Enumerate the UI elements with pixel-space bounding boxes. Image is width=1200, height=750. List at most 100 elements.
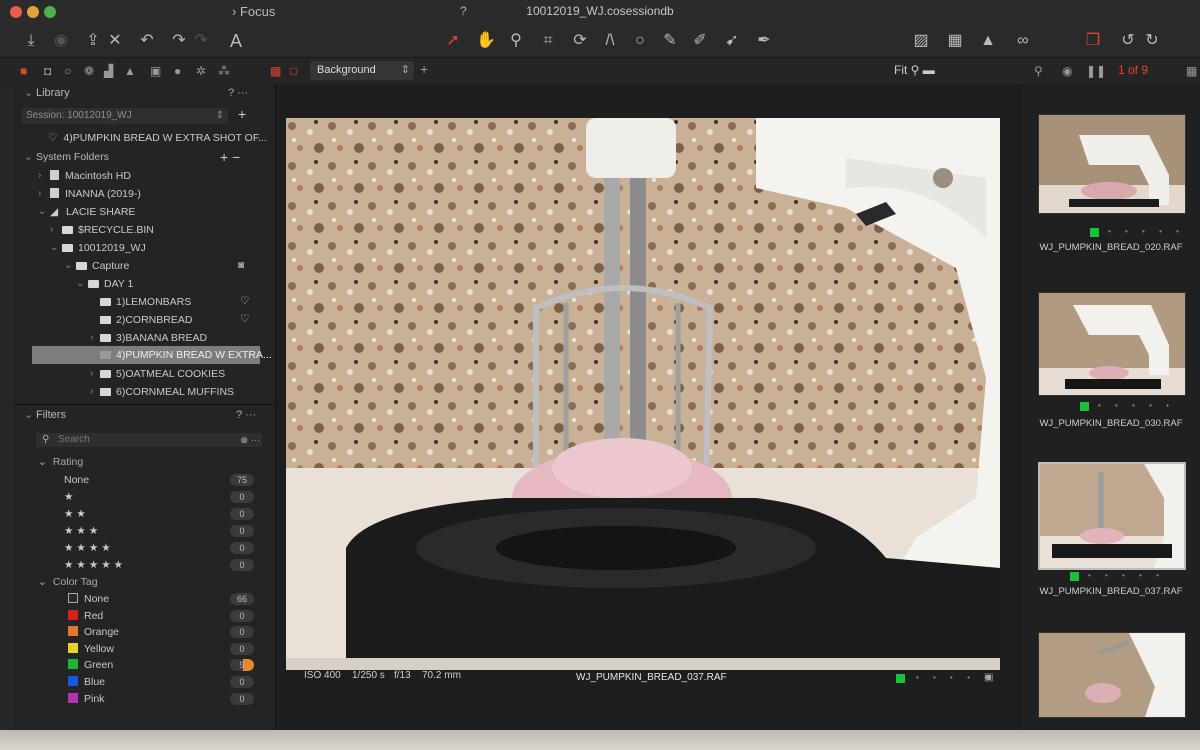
rating-filter-row[interactable]: ★★★ bbox=[64, 523, 101, 539]
library-header[interactable]: ⌄ Library ? ··· bbox=[14, 84, 276, 102]
search-options-icon[interactable]: ··· bbox=[251, 433, 260, 447]
chevron-right-icon[interactable]: › bbox=[38, 188, 41, 199]
add-session-icon[interactable]: + bbox=[238, 106, 246, 122]
color-tag-filter-row[interactable]: Green bbox=[68, 657, 113, 673]
rating-filter-row[interactable]: ★ bbox=[64, 489, 76, 505]
grid-icon[interactable]: ▦ bbox=[944, 30, 966, 52]
adjustments-tab-icon[interactable]: ▣ bbox=[150, 63, 161, 79]
filter-search-input[interactable]: ⚲ Search ⊗ ··· bbox=[36, 433, 262, 447]
exposure-tab-icon[interactable]: ▟ bbox=[104, 63, 113, 79]
main-photo[interactable] bbox=[286, 118, 1000, 670]
tree-item-macintosh[interactable]: Macintosh HD bbox=[50, 168, 131, 184]
chevron-right-icon[interactable]: › bbox=[38, 170, 41, 181]
color-tag-filter-row[interactable]: Orange bbox=[68, 624, 119, 640]
color-tag-filter-row[interactable]: Blue bbox=[68, 674, 105, 690]
rating-filter-row[interactable]: ★★★★ bbox=[64, 540, 114, 556]
tree-item-lemonbars[interactable]: 1)LEMONBARS bbox=[100, 294, 191, 310]
details-tab-icon[interactable]: ▲ bbox=[124, 63, 136, 79]
green-tag[interactable] bbox=[1090, 228, 1099, 237]
pan-hand-icon[interactable]: ✋ bbox=[476, 30, 496, 52]
chevron-down-icon[interactable]: ⌄ bbox=[76, 278, 84, 289]
color-tag-filter-row[interactable]: Red bbox=[68, 608, 103, 624]
add-remove-folder-icon[interactable]: + − bbox=[220, 148, 240, 166]
tree-item-cornmeal[interactable]: 6)CORNMEAL MUFFINS bbox=[100, 384, 234, 400]
thumbnail-030[interactable] bbox=[1038, 292, 1186, 396]
rotate-right-icon[interactable]: ↻ bbox=[1142, 30, 1162, 52]
layer-select[interactable]: Background ⇕ bbox=[310, 61, 414, 80]
redo-icon[interactable]: ↷ bbox=[170, 30, 188, 52]
tree-item-day1[interactable]: DAY 1 bbox=[88, 276, 133, 292]
variants-icon[interactable]: ❐ bbox=[1082, 30, 1104, 52]
favorite-item[interactable]: ♡ 4)PUMPKIN BREAD W EXTRA SHOT OF... bbox=[48, 130, 267, 146]
rating-dots[interactable]: • • • • • bbox=[916, 673, 993, 682]
chevron-right-icon[interactable]: › bbox=[50, 224, 53, 235]
output-tab-icon[interactable]: ✲ bbox=[196, 63, 206, 79]
color-tag-header[interactable]: ⌄ Color Tag bbox=[38, 574, 98, 590]
crop-icon[interactable]: ⌗ bbox=[538, 30, 558, 52]
chevron-right-icon[interactable]: › bbox=[90, 368, 93, 379]
thumbnail-037-selected[interactable] bbox=[1038, 462, 1186, 570]
tree-item-inanna[interactable]: INANNA (2019-) bbox=[50, 186, 141, 202]
tree-item-banana[interactable]: 3)BANANA BREAD bbox=[100, 330, 207, 346]
green-tag[interactable] bbox=[1070, 572, 1079, 581]
tree-item-capture[interactable]: Capture bbox=[76, 258, 129, 274]
rating-header[interactable]: ⌄ Rating bbox=[38, 454, 83, 470]
filters-header[interactable]: ⌄ Filters ? ··· bbox=[14, 406, 276, 424]
image-viewer[interactable]: ISO 400 1/250 s f/13 70.2 mm WJ_PUMPKIN_… bbox=[276, 84, 1022, 730]
tree-item-oatmeal[interactable]: 5)OATMEAL COOKIES bbox=[100, 366, 225, 382]
overlay-icon[interactable]: ▨ bbox=[910, 30, 932, 52]
rating-dots[interactable]: • • • • • bbox=[1098, 401, 1175, 410]
tree-item-pumpkin[interactable]: 4)PUMPKIN BREAD W EXTRA... bbox=[100, 347, 272, 363]
eye-icon[interactable]: ◉ bbox=[1062, 63, 1072, 79]
text-icon[interactable]: A bbox=[226, 30, 246, 52]
spot-icon[interactable]: ○ bbox=[630, 30, 650, 52]
chevron-down-icon[interactable]: ⌄ bbox=[64, 260, 72, 271]
tree-item-cornbread[interactable]: 2)CORNBREAD bbox=[100, 312, 192, 328]
rotate-icon[interactable]: ⟳ bbox=[570, 30, 590, 52]
eraser-icon[interactable]: ✐ bbox=[690, 30, 710, 52]
warning-icon[interactable]: ▲ bbox=[978, 30, 998, 52]
color-tag-filter-row[interactable]: Pink bbox=[68, 691, 104, 707]
capture-camera-icon[interactable]: ◙ bbox=[238, 260, 244, 271]
add-layer-icon[interactable]: + bbox=[420, 61, 428, 77]
green-tag[interactable] bbox=[896, 674, 905, 683]
thumbnail-020[interactable] bbox=[1038, 114, 1186, 214]
batch-tab-icon[interactable]: ⁂ bbox=[218, 63, 230, 79]
color-tab-icon[interactable]: ❁ bbox=[84, 63, 94, 79]
filters-more-icon[interactable]: ? ··· bbox=[236, 406, 256, 424]
camera-icon[interactable]: ◉ bbox=[52, 30, 70, 52]
capture-tab-icon[interactable]: ◘ bbox=[44, 63, 51, 79]
layer-mask-icon[interactable]: □ bbox=[290, 63, 297, 79]
rating-filter-row[interactable]: ★★ bbox=[64, 506, 89, 522]
thumbnail-next[interactable] bbox=[1038, 632, 1186, 718]
rating-filter-row[interactable]: None bbox=[64, 472, 89, 488]
system-folders-header[interactable]: ⌄ System Folders + − bbox=[14, 148, 276, 166]
zoom-fit[interactable]: Fit ⚲ ▬ bbox=[894, 63, 935, 77]
chevron-right-icon[interactable]: › bbox=[90, 386, 93, 397]
pause-icon[interactable]: ❚❚ bbox=[1086, 63, 1106, 79]
viewer-info-icon[interactable]: ▣ bbox=[984, 672, 993, 683]
grid-view-icon[interactable]: ▦ bbox=[1186, 63, 1197, 79]
pick-icon[interactable]: ✒ bbox=[754, 30, 774, 52]
layers-grid-icon[interactable]: ▦ bbox=[270, 63, 281, 79]
rating-dots[interactable]: • • • • • bbox=[1108, 227, 1185, 236]
zoom-small-icon[interactable]: ⚲ bbox=[1034, 63, 1043, 79]
chevron-down-icon[interactable]: ⌄ bbox=[50, 242, 58, 253]
color-tag-filter-row[interactable]: Yellow bbox=[68, 641, 114, 657]
rating-dots[interactable]: • • • • • bbox=[1088, 571, 1165, 580]
lens-tab-icon[interactable]: ○ bbox=[64, 63, 71, 79]
export-icon[interactable]: ⇪ bbox=[84, 30, 102, 52]
import-icon[interactable]: ⤓ bbox=[22, 30, 40, 52]
delete-icon[interactable]: ✕ bbox=[106, 30, 124, 52]
chevron-right-icon[interactable]: › bbox=[90, 332, 93, 343]
zoom-icon[interactable]: ⚲ bbox=[506, 30, 526, 52]
undo-icon[interactable]: ↶ bbox=[138, 30, 156, 52]
metadata-tab-icon[interactable]: ● bbox=[174, 63, 181, 79]
library-tab-icon[interactable]: ■ bbox=[20, 63, 27, 79]
rating-filter-row[interactable]: ★★★★★ bbox=[64, 557, 126, 573]
proof-icon[interactable]: ∞ bbox=[1010, 30, 1036, 52]
gradient-icon[interactable]: ➹ bbox=[722, 30, 742, 52]
tree-item-recycle[interactable]: $RECYCLE.BIN bbox=[62, 222, 154, 238]
select-cursor-icon[interactable]: ➚ bbox=[444, 30, 462, 52]
heart-icon[interactable]: ♡ bbox=[240, 313, 249, 325]
